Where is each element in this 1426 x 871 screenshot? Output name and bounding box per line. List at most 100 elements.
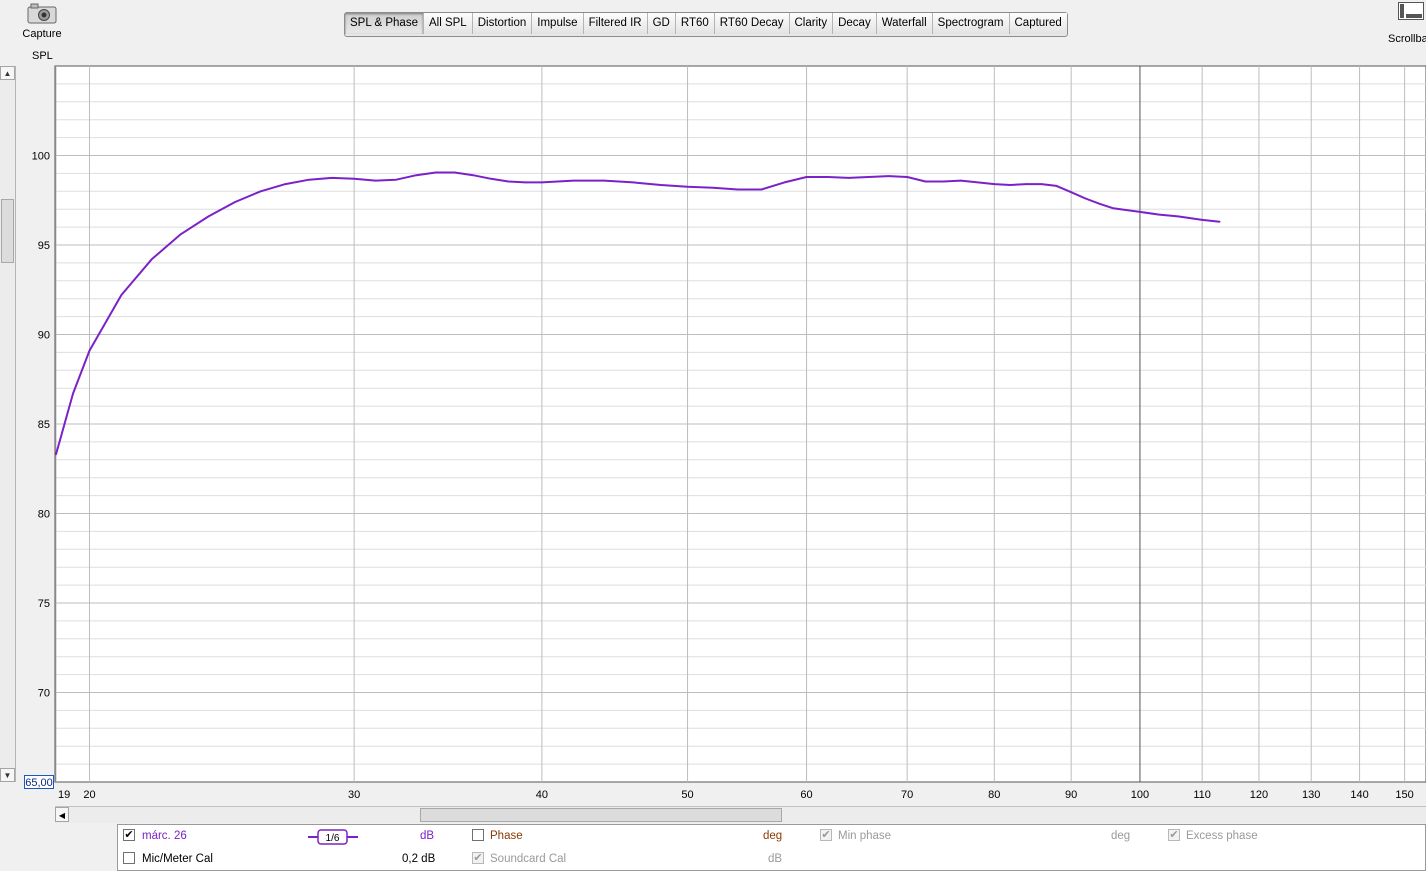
spl-trace-point [234, 201, 236, 203]
spl-trace-point [55, 453, 57, 456]
spl-trace-point [632, 181, 634, 184]
x-tick-label: 70 [901, 789, 913, 801]
spl-trace-point [88, 349, 91, 352]
x-tick-label: 130 [1302, 789, 1320, 801]
plot-grid [55, 66, 1426, 782]
spl-trace-point [960, 179, 962, 182]
smoothing-value: 1/6 [326, 833, 340, 844]
spl-trace-point [374, 179, 377, 182]
min-phase-label: Min phase [838, 830, 892, 842]
horizontal-scroll-thumb[interactable] [420, 808, 782, 822]
spl-trace-point [1158, 213, 1160, 216]
spl-trace-point [308, 178, 310, 181]
x-tick-label: 140 [1350, 789, 1368, 801]
x-tick-label: 110 [1193, 789, 1211, 801]
spl-trace-point [1070, 191, 1072, 193]
y-tick-label: 85 [38, 419, 50, 431]
spl-trace-point [686, 186, 689, 188]
spl-trace-point [572, 179, 575, 182]
spl-trace-point [120, 294, 123, 296]
x-tick-label: 150 [1395, 789, 1413, 801]
vertical-scrollbar[interactable]: ▲ ▼ [0, 66, 16, 782]
legend-panel: ✔ márc. 26 1/6 dB Phase deg ✔ Min phase … [117, 824, 1426, 871]
x-tick-label: 40 [536, 789, 548, 801]
x-tick-label: 50 [681, 789, 693, 801]
y-tick-label: 100 [32, 151, 50, 163]
phase-label: Phase [490, 830, 523, 842]
phase-checkbox[interactable] [472, 829, 484, 841]
spl-trace-point [1218, 220, 1221, 223]
x-tick-label: 100 [1131, 789, 1149, 801]
scroll-down-arrow-icon[interactable]: ▼ [0, 768, 15, 782]
min-phase-unit: deg [1111, 830, 1131, 842]
x-tick-label: 90 [1065, 789, 1077, 801]
mic-cal-value: 0,2 dB [402, 853, 436, 865]
y-tick-label: 90 [38, 330, 50, 342]
y-tick-labels: 70 75 80 85 90 95 100 [32, 151, 50, 700]
measurement-checkbox[interactable]: ✔ [123, 829, 135, 841]
excess-phase-label: Excess phase [1186, 830, 1258, 842]
spl-trace-point [867, 176, 870, 178]
excess-phase-checkbox[interactable]: ✔ [1168, 829, 1180, 841]
spl-trace-point [847, 177, 850, 179]
y-tick-label: 95 [38, 240, 50, 252]
spl-trace-point [924, 180, 927, 183]
spl-trace-point [541, 181, 543, 184]
soundcard-cal-checkbox[interactable]: ✔ [472, 852, 484, 864]
spl-plot[interactable]: 70 75 80 85 90 95 100 19 20 30 40 50 60 70 80 90 100 110… [0, 0, 1426, 806]
spl-trace-point [712, 186, 714, 189]
spl-trace-point [395, 178, 398, 181]
spl-trace-point [72, 392, 74, 395]
spl-trace-point [150, 258, 153, 261]
spl-trace-point [284, 183, 287, 185]
spl-trace-point [942, 180, 945, 183]
spl-trace-point [207, 215, 210, 218]
x-tick-label: 30 [348, 789, 360, 801]
spl-trace-point [1112, 207, 1115, 210]
spl-trace-point [1201, 219, 1203, 221]
x-tick-labels: 19 20 30 40 50 60 70 80 90 100 110 120 130 140 150 [58, 789, 1414, 801]
measurement-unit: dB [420, 830, 435, 842]
scroll-up-arrow-icon[interactable]: ▲ [0, 66, 15, 80]
spl-trace-point [977, 181, 979, 184]
spl-trace-point [1009, 184, 1012, 186]
spl-trace-point [887, 175, 889, 177]
horizontal-scrollbar[interactable]: ◀ [55, 806, 1426, 823]
spl-trace-point [1177, 215, 1179, 218]
smoothing-indicator-icon[interactable]: 1/6 [308, 829, 358, 845]
spl-trace-point [660, 184, 662, 186]
spl-trace-point [415, 174, 418, 176]
soundcard-cal-label: Soundcard Cal [490, 853, 567, 865]
mic-cal-checkbox[interactable] [123, 852, 135, 864]
x-tick-label: 60 [800, 789, 812, 801]
spl-trace-point [760, 188, 763, 191]
spl-trace-point [1040, 183, 1043, 185]
spl-trace-point [783, 181, 786, 184]
spl-trace-point [1126, 209, 1128, 211]
soundcard-cal-unit: dB [768, 853, 783, 865]
spl-trace-point [259, 190, 262, 193]
scroll-left-arrow-icon[interactable]: ◀ [55, 807, 69, 822]
x-tick-label: 20 [83, 789, 95, 801]
spl-trace-point [453, 171, 456, 174]
spl-trace-point [1139, 211, 1141, 213]
y-min-input[interactable]: 65,00 [24, 775, 54, 789]
y-tick-label: 80 [38, 509, 50, 521]
spl-trace-point [1025, 183, 1027, 185]
y-tick-label: 70 [38, 688, 50, 700]
x-tick-label: 80 [988, 789, 1000, 801]
vertical-scroll-thumb[interactable] [1, 199, 14, 263]
x-tick-label: 120 [1250, 789, 1268, 801]
spl-trace-point [906, 176, 908, 178]
mic-cal-label: Mic/Meter Cal [142, 853, 213, 865]
phase-unit: deg [763, 830, 783, 842]
measurement-name[interactable]: márc. 26 [142, 830, 187, 842]
spl-trace-point [1055, 185, 1058, 187]
spl-trace-point [331, 177, 333, 179]
spl-trace-point [805, 176, 808, 178]
x-tick-label: 19 [58, 789, 70, 801]
spl-trace-point [179, 233, 182, 236]
spl-trace-point [524, 181, 527, 184]
spl-trace-point [353, 178, 355, 180]
min-phase-checkbox[interactable]: ✔ [820, 829, 832, 841]
